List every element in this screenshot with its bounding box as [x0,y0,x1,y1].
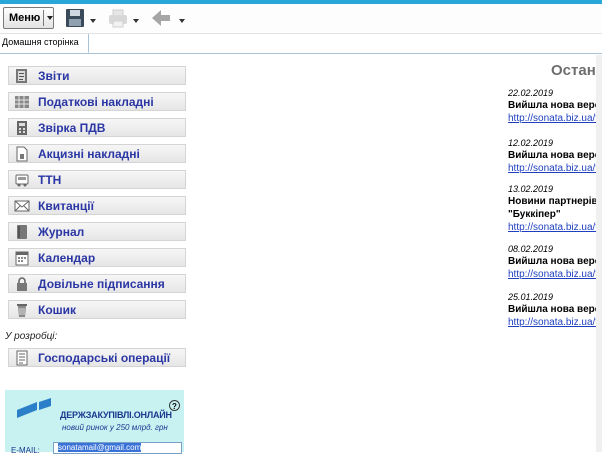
menu-button[interactable]: Меню [3,7,54,29]
news-item: 22.02.2019 Вийшла нова версія http://son… [508,88,602,125]
save-icon[interactable] [64,7,86,29]
menu-separator [43,10,44,26]
nav-item-trash[interactable]: Кошик [8,300,186,319]
email-value: sonatamail@gmail.com [58,443,142,452]
envelope-icon [14,200,30,212]
nav-item-label: Звірка ПДВ [38,121,106,135]
back-dropdown-icon[interactable] [179,19,185,23]
nav-item-label: Акцизні накладні [38,147,140,161]
news-date: 08.02.2019 [508,244,554,254]
tab-home[interactable]: Домашня сторінка [0,34,89,53]
print-dropdown-icon[interactable] [133,19,139,23]
lock-icon [17,277,27,291]
news-heading: Останні [551,62,602,79]
news-title: Вийшла нова версія [508,256,602,267]
news-date: 22.02.2019 [508,88,554,98]
nav-item-arbitrary-signing[interactable]: Довільне підписання [8,274,186,293]
promo-subtitle: новий ринок у 250 млрд. грн [62,423,168,432]
menu-button-label: Меню [9,12,41,24]
nav-item-label: Господарські операції [38,351,171,365]
journal-icon [17,225,27,239]
nav-item-label: Журнал [38,225,85,239]
news-date: 25.01.2019 [508,292,554,302]
news-item: 25.01.2019 Вийшла нова версія http://son… [508,292,602,329]
news-link[interactable]: http://sonata.biz.ua/to [508,316,602,329]
calculator-icon [17,121,27,135]
chevron-down-icon[interactable] [47,16,53,20]
calendar-icon [15,251,29,266]
toolbar: Меню [0,4,602,34]
back-arrow-icon[interactable] [150,7,172,29]
truck-icon [15,174,29,187]
nav-item-label: Звіти [38,69,70,83]
news-item: 13.02.2019 Новини партнерів - "Буккіпер"… [508,184,602,234]
nav-item-reports[interactable]: Звіти [8,66,186,85]
vertical-scrollbar[interactable] [596,55,602,452]
email-field[interactable]: sonatamail@gmail.com [53,442,182,454]
nav-item-journal[interactable]: Журнал [8,222,186,241]
trash-icon [17,304,27,317]
nav-item-ttn[interactable]: ТТН [8,170,186,189]
nav-item-excise-invoices[interactable]: Акцизні накладні [8,144,186,163]
promo-banner[interactable]: ДЕРЖЗАКУПІВЛІ.ОНЛАЙН новий ринок у 250 м… [5,390,184,455]
news-date: 12.02.2019 [508,138,554,148]
help-icon[interactable]: ? [169,400,180,411]
nav-item-vat-reconciliation[interactable]: Звірка ПДВ [8,118,186,137]
prozorro-logo-icon [17,398,51,418]
news-title: Вийшла нова версія [508,100,602,111]
tab-bar: Домашня сторінка [0,34,602,54]
document-lines-icon [16,350,28,366]
news-date: 13.02.2019 [508,184,554,194]
news-link[interactable]: http://sonata.biz.ua/to [508,112,602,125]
in-development-label: У розробці: [5,331,58,342]
nav-item-label: Кошик [38,303,77,317]
save-dropdown-icon[interactable] [90,19,96,23]
news-list: 22.02.2019 Вийшла нова версія http://son… [508,88,602,338]
nav-item-label: Довільне підписання [38,277,165,291]
news-title: Вийшла нова версія [508,304,602,315]
promo-title: ДЕРЖЗАКУПІВЛІ.ОНЛАЙН [60,410,172,420]
excise-doc-icon [16,146,28,162]
news-link[interactable]: http://sonata.biz.ua/to [508,268,602,281]
nav-item-receipts[interactable]: Квитанції [8,196,186,215]
news-item: 12.02.2019 Вийшла нова версія http://son… [508,138,602,175]
nav-item-label: Календар [38,251,96,265]
nav-item-label: Податкові накладні [38,95,154,109]
news-title: Вийшла нова версія [508,150,602,161]
news-link[interactable]: http://sonata.biz.ua/to [508,162,602,175]
nav-item-label: ТТН [38,173,62,187]
nav-item-label: Квитанції [38,199,94,213]
nav-item-business-operations[interactable]: Господарські операції [8,348,186,367]
printer-icon[interactable] [107,7,129,29]
news-title-line2: "Буккіпер" [508,209,561,220]
tax-invoices-icon [15,96,29,108]
reports-icon [16,69,27,83]
nav-item-calendar[interactable]: Календар [8,248,186,267]
news-item: 08.02.2019 Вийшла нова версія http://son… [508,244,602,281]
email-label: E-MAIL: [11,446,40,455]
nav-item-tax-invoices[interactable]: Податкові накладні [8,92,186,111]
news-title: Новини партнерів - [508,196,602,207]
news-link[interactable]: http://sonata.biz.ua/to [508,221,602,234]
